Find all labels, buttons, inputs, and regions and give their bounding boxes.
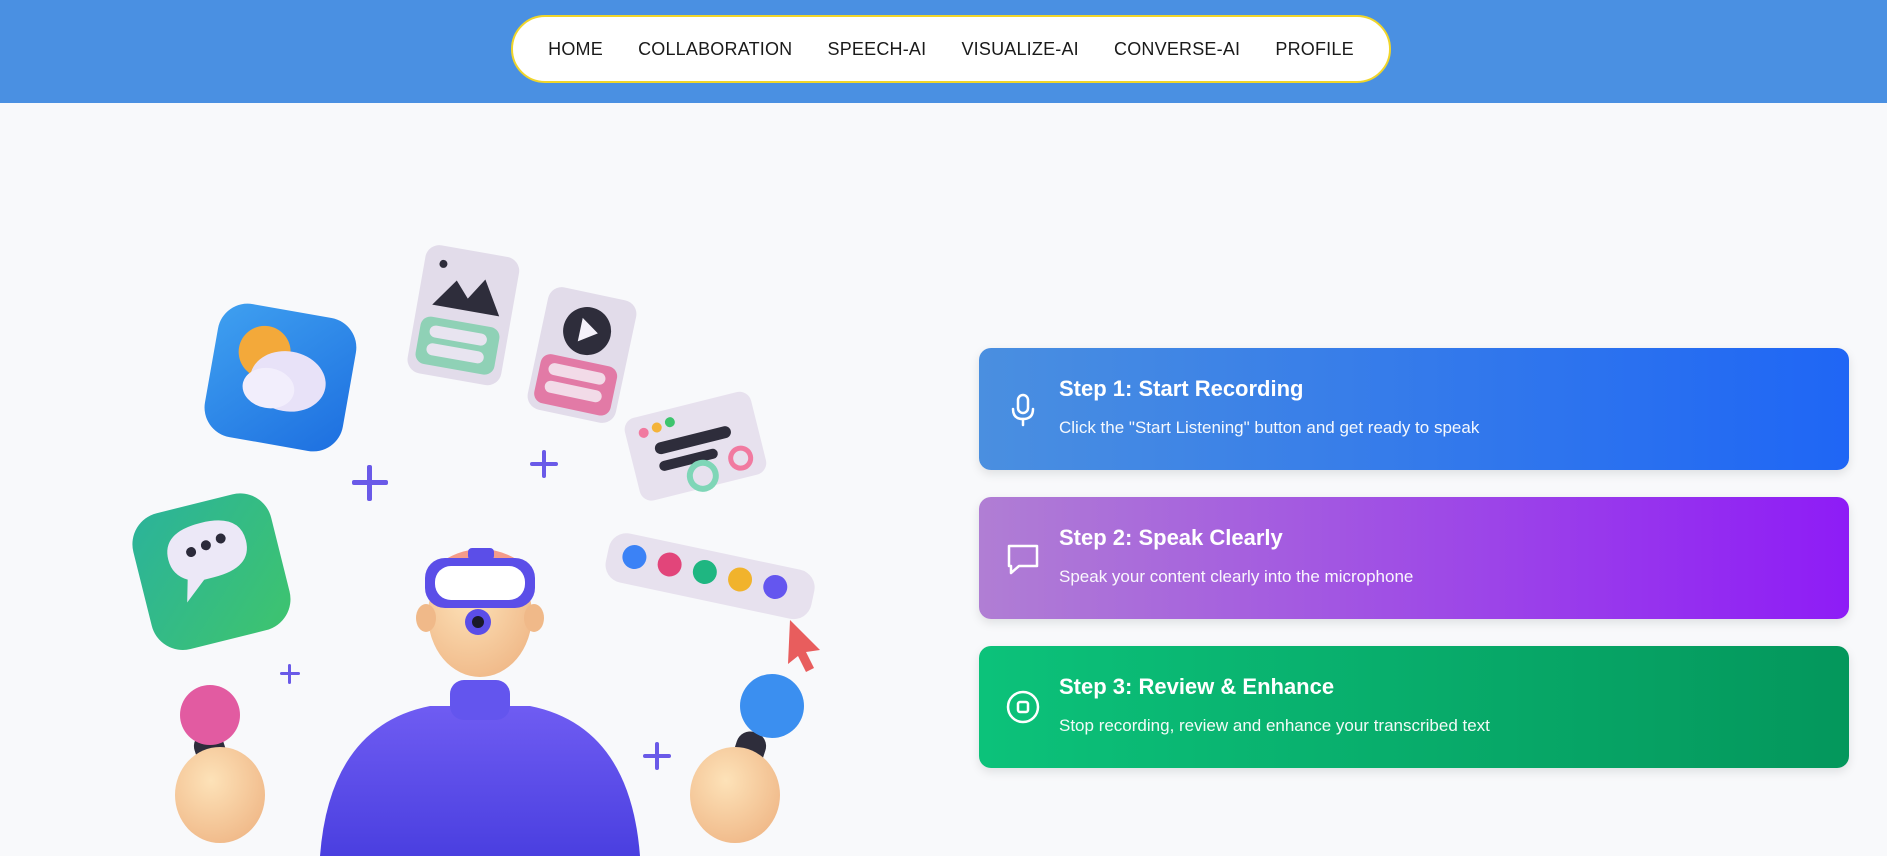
nav-speech-ai[interactable]: SPEECH-AI — [828, 39, 927, 60]
step-description: Click the "Start Listening" button and g… — [1059, 418, 1480, 437]
microphone-icon — [1011, 393, 1035, 427]
video-card-icon — [527, 287, 637, 423]
nav-converse-ai[interactable]: CONVERSE-AI — [1114, 39, 1240, 60]
steps-list: Step 1: Start Recording Click the "Start… — [979, 348, 1849, 795]
color-palette-icon — [605, 533, 815, 620]
header-bar: HOME COLLABORATION SPEECH-AI VISUALIZE-A… — [0, 0, 1887, 103]
chat-bubble-icon — [1007, 544, 1039, 575]
main-nav: HOME COLLABORATION SPEECH-AI VISUALIZE-A… — [511, 15, 1391, 83]
nav-home[interactable]: HOME — [548, 39, 603, 60]
right-microphone — [690, 674, 804, 843]
step-title: Step 3: Review & Enhance — [1059, 674, 1335, 699]
step-title: Step 1: Start Recording — [1059, 376, 1304, 401]
step-title: Step 2: Speak Clearly — [1059, 525, 1283, 550]
person-torso — [320, 706, 640, 856]
nav-visualize-ai[interactable]: VISUALIZE-AI — [961, 39, 1078, 60]
nav-profile[interactable]: PROFILE — [1275, 39, 1353, 60]
nav-collaboration[interactable]: COLLABORATION — [638, 39, 792, 60]
left-microphone — [175, 685, 265, 843]
weather-app-icon — [204, 303, 357, 452]
cursor-icon — [788, 620, 820, 672]
step-card-start-recording[interactable]: Step 1: Start Recording Click the "Start… — [979, 348, 1849, 470]
step-description: Stop recording, review and enhance your … — [1059, 716, 1490, 735]
hero-illustration — [110, 230, 850, 856]
image-card-icon — [407, 245, 520, 386]
chat-app-icon — [132, 493, 291, 651]
step-card-speak-clearly[interactable]: Step 2: Speak Clearly Speak your content… — [979, 497, 1849, 619]
stop-icon — [1006, 690, 1040, 724]
step-card-review-enhance[interactable]: Step 3: Review & Enhance Stop recording,… — [979, 646, 1849, 768]
settings-card-icon — [624, 391, 767, 501]
step-description: Speak your content clearly into the micr… — [1059, 567, 1414, 586]
